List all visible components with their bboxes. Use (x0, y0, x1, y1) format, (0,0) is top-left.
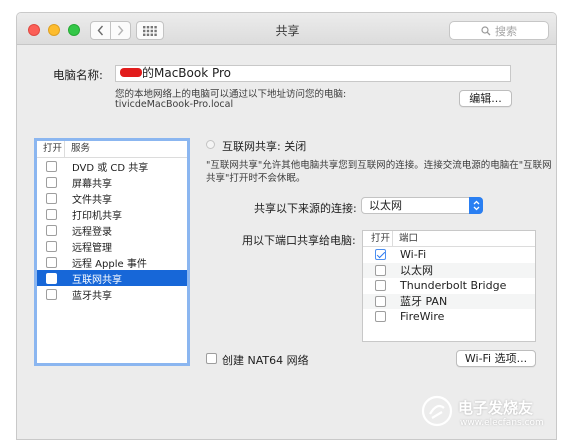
service-label: 打印机共享 (72, 210, 122, 222)
service-row[interactable]: 远程管理 (37, 238, 187, 254)
share-to-label: 用以下端口共享给电脑: (242, 234, 356, 247)
watermark-text: 电子发烧友 (458, 399, 534, 417)
redaction-mark (120, 68, 142, 77)
service-row[interactable]: DVD 或 CD 共享 (37, 158, 187, 174)
service-label: 远程登录 (72, 226, 112, 238)
computer-address: tivicdeMacBook-Pro.local (115, 99, 234, 110)
service-label: 远程 Apple 事件 (72, 258, 147, 270)
port-row[interactable]: Thunderbolt Bridge (363, 278, 535, 294)
chevron-updown-icon (473, 200, 479, 211)
service-label: 文件共享 (72, 194, 112, 206)
service-row[interactable]: 打印机共享 (37, 206, 187, 222)
service-label: 互联网共享 (72, 274, 122, 286)
port-row[interactable]: 以太网 (363, 262, 535, 278)
service-row[interactable]: 远程 Apple 事件 (37, 254, 187, 270)
column-header-on[interactable]: 打开 (37, 141, 65, 157)
service-row[interactable]: 远程登录 (37, 222, 187, 238)
internet-sharing-description-1: "互联网共享"允许其他电脑共享您到互联网的连接。连接交流电源的电脑在"互联网 (206, 160, 552, 171)
service-checkbox[interactable] (46, 224, 57, 236)
nat64-checkbox[interactable] (206, 353, 217, 364)
service-checkbox[interactable] (46, 208, 57, 220)
computer-name-field[interactable]: 的MacBook Pro (115, 65, 511, 82)
nat64-label: 创建 NAT64 网络 (222, 354, 309, 367)
service-row[interactable]: 文件共享 (37, 190, 187, 206)
computer-name-value: 的MacBook Pro (142, 66, 232, 80)
share-from-select[interactable]: 以太网 (361, 197, 483, 214)
watermark-url: www.elecfans.com (460, 418, 544, 428)
popup-stepper (469, 197, 483, 214)
title-bar: 共享 搜索 (17, 13, 556, 45)
port-label: Wi-Fi (400, 248, 427, 262)
search-placeholder: 搜索 (495, 24, 517, 38)
port-label: Thunderbolt Bridge (400, 279, 507, 293)
port-checkbox[interactable] (375, 311, 386, 323)
service-checkbox[interactable] (46, 240, 57, 252)
ports-list: 打开 端口 Wi-Fi 以太网 Thunderbolt Bridge 蓝牙 PA… (362, 230, 536, 342)
service-row[interactable]: 蓝牙共享 (37, 286, 187, 302)
watermark: 电子发烧友 www.elecfans.com (420, 392, 565, 432)
share-from-label: 共享以下来源的连接: (254, 202, 357, 215)
port-label: 以太网 (400, 264, 433, 278)
service-checkbox[interactable] (46, 160, 57, 172)
port-label: FireWire (400, 310, 445, 324)
service-row[interactable]: 屏幕共享 (37, 174, 187, 190)
internet-sharing-description-2: 共享"打开时不会休眠。 (206, 173, 306, 184)
port-label: 蓝牙 PAN (400, 295, 448, 309)
internet-sharing-status: 互联网共享: 关闭 (222, 140, 307, 153)
computer-name-description: 您的本地网络上的电脑可以通过以下地址访问您的电脑: (115, 89, 347, 100)
service-checkbox[interactable] (46, 176, 57, 188)
port-row[interactable]: Wi-Fi (363, 247, 535, 263)
services-list: 打开 服务 DVD 或 CD 共享 屏幕共享 文件共享 打印机共享 远程登录 远… (34, 138, 190, 366)
column-header-service[interactable]: 服务 (65, 141, 90, 157)
search-icon (481, 25, 491, 35)
port-checkbox[interactable] (375, 264, 386, 276)
port-row[interactable]: 蓝牙 PAN (363, 293, 535, 309)
service-checkbox[interactable] (46, 256, 57, 268)
service-checkbox[interactable] (46, 272, 57, 284)
service-label: 远程管理 (72, 242, 112, 254)
share-from-value: 以太网 (369, 199, 402, 212)
search-field[interactable]: 搜索 (449, 21, 549, 40)
elecfans-logo-icon (421, 395, 453, 427)
port-row[interactable]: FireWire (363, 309, 535, 325)
service-label: DVD 或 CD 共享 (72, 162, 149, 174)
port-checkbox[interactable] (375, 280, 386, 292)
sharing-window: 共享 搜索 电脑名称: 的MacBook Pro 您的本地网络上的电脑可以通过以… (16, 12, 557, 440)
port-checkbox[interactable] (375, 295, 386, 307)
ports-list-header: 打开 端口 (363, 231, 535, 247)
edit-button[interactable]: 编辑... (459, 90, 512, 107)
column-header-on[interactable]: 打开 (363, 231, 393, 246)
service-label: 屏幕共享 (72, 178, 112, 190)
column-header-port[interactable]: 端口 (393, 231, 418, 246)
service-checkbox[interactable] (46, 288, 57, 300)
port-checkbox-checked[interactable] (375, 249, 386, 261)
computer-name-label: 电脑名称: (53, 68, 103, 82)
service-checkbox[interactable] (46, 192, 57, 204)
service-row-selected[interactable]: 互联网共享 (37, 270, 187, 286)
service-label: 蓝牙共享 (72, 290, 112, 302)
status-indicator (206, 140, 215, 149)
services-list-header: 打开 服务 (37, 141, 187, 158)
wifi-options-button[interactable]: Wi-Fi 选项... (456, 350, 536, 367)
